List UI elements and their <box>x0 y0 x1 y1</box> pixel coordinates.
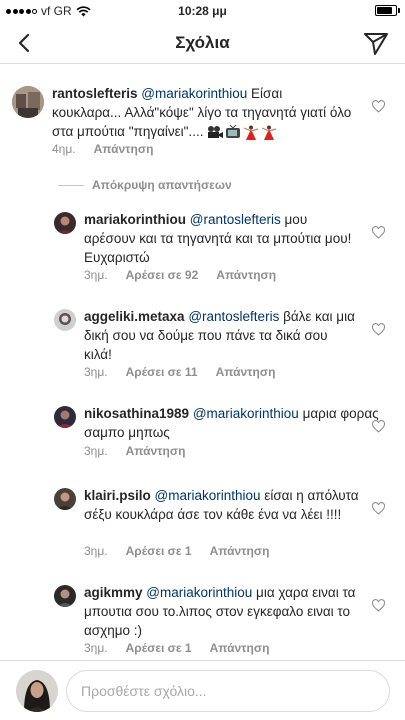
comment-mention[interactable]: @rantoslefteris <box>188 309 279 324</box>
like-heart-icon[interactable] <box>372 502 385 515</box>
comment-body: rantoslefteris @mariakorinthiou Είσαι κο… <box>52 84 352 141</box>
clock: 10:28 μμ <box>178 4 227 18</box>
reply-button[interactable]: Απάντηση <box>210 641 270 655</box>
comment-mention[interactable]: @mariakorinthiou <box>141 86 247 101</box>
like-heart-icon[interactable] <box>372 420 385 433</box>
comment-meta: 3ημ. Αρέσει σε 92 Απάντηση <box>84 268 276 282</box>
dancer-icon <box>261 125 277 140</box>
avatar[interactable] <box>12 86 44 118</box>
comment-time: 3ημ. <box>84 444 108 458</box>
battery-level <box>377 7 392 14</box>
comment-time: 3ημ. <box>84 544 108 558</box>
movie-camera-icon <box>208 125 224 138</box>
comment-time: 3ημ. <box>84 641 108 655</box>
comment-body: agikmmy @mariakorinthiou μια χαρα ειναι … <box>84 583 359 640</box>
comment-body: klairi.psilo @mariakorinthiou είσαι η απ… <box>84 486 359 524</box>
battery-tip <box>398 8 400 13</box>
comment-body: aggeliki.metaxa @rantoslefteris βάλε και… <box>84 307 359 364</box>
comment-meta: 3ημ. Αρέσει σε 1 Απάντηση <box>84 544 269 558</box>
comment-time: 4ημ. <box>52 142 76 156</box>
comment-username[interactable]: nikosathina1989 <box>84 406 189 421</box>
comment-username[interactable]: mariakorinthiou <box>84 212 186 227</box>
reply-button[interactable]: Απάντηση <box>216 268 276 282</box>
comment-mention[interactable]: @rantoslefteris <box>190 212 281 227</box>
avatar[interactable] <box>54 309 76 331</box>
status-bar: vf GR 10:28 μμ <box>0 0 405 22</box>
hide-replies-toggle[interactable]: Απόκρυψη απαντήσεων <box>58 178 232 192</box>
likes-count[interactable]: Αρέσει σε 1 <box>126 544 192 558</box>
like-heart-icon[interactable] <box>372 100 385 113</box>
page-title: Σχόλια <box>175 33 230 52</box>
reply-button[interactable]: Απάντηση <box>94 142 154 156</box>
comment-body: nikosathina1989 @mariakorinthiou μαρια φ… <box>84 404 384 442</box>
like-heart-icon[interactable] <box>372 323 385 336</box>
battery-icon <box>375 5 397 16</box>
likes-count[interactable]: Αρέσει σε 1 <box>126 641 192 655</box>
hide-replies-label: Απόκρυψη απαντήσεων <box>92 178 232 192</box>
reply-button[interactable]: Απάντηση <box>210 544 270 558</box>
tv-icon <box>226 124 241 138</box>
avatar[interactable] <box>54 212 76 234</box>
likes-count[interactable]: Αρέσει σε 92 <box>126 268 199 282</box>
avatar[interactable] <box>54 406 76 428</box>
like-heart-icon[interactable] <box>372 226 385 239</box>
comment-username[interactable]: aggeliki.metaxa <box>84 309 185 324</box>
comment-username[interactable]: agikmmy <box>84 585 143 600</box>
comment-meta: 3ημ. Αρέσει σε 11 Απάντηση <box>84 365 275 379</box>
comment-meta: 3ημ. Απάντηση <box>84 444 185 458</box>
emoji-group <box>207 124 277 140</box>
comment-input[interactable] <box>66 670 390 712</box>
comment-meta: 3ημ. Αρέσει σε 1 Απάντηση <box>84 641 269 655</box>
reply-button[interactable]: Απάντηση <box>126 444 186 458</box>
dancer-icon <box>243 125 259 140</box>
comment-body: mariakorinthiou @rantoslefteris μου αρέσ… <box>84 210 359 267</box>
avatar[interactable] <box>54 488 76 510</box>
comment-username[interactable]: rantoslefteris <box>52 86 138 101</box>
user-avatar <box>16 670 58 712</box>
comment-time: 3ημ. <box>84 268 108 282</box>
like-heart-icon[interactable] <box>372 599 385 612</box>
divider-line <box>58 184 84 186</box>
likes-count[interactable]: Αρέσει σε 11 <box>126 365 198 379</box>
comment-mention[interactable]: @mariakorinthiou <box>146 585 252 600</box>
reply-button[interactable]: Απάντηση <box>216 365 276 379</box>
comment-username[interactable]: klairi.psilo <box>84 488 151 503</box>
comment-mention[interactable]: @mariakorinthiou <box>155 488 261 503</box>
comment-meta: 4ημ. Απάντηση <box>52 142 153 156</box>
comment-composer <box>0 660 405 720</box>
comment-time: 3ημ. <box>84 365 108 379</box>
nav-bar: Σχόλια <box>0 22 405 64</box>
comment-mention[interactable]: @mariakorinthiou <box>193 406 299 421</box>
direct-send-icon[interactable] <box>361 28 391 58</box>
avatar[interactable] <box>54 585 76 607</box>
